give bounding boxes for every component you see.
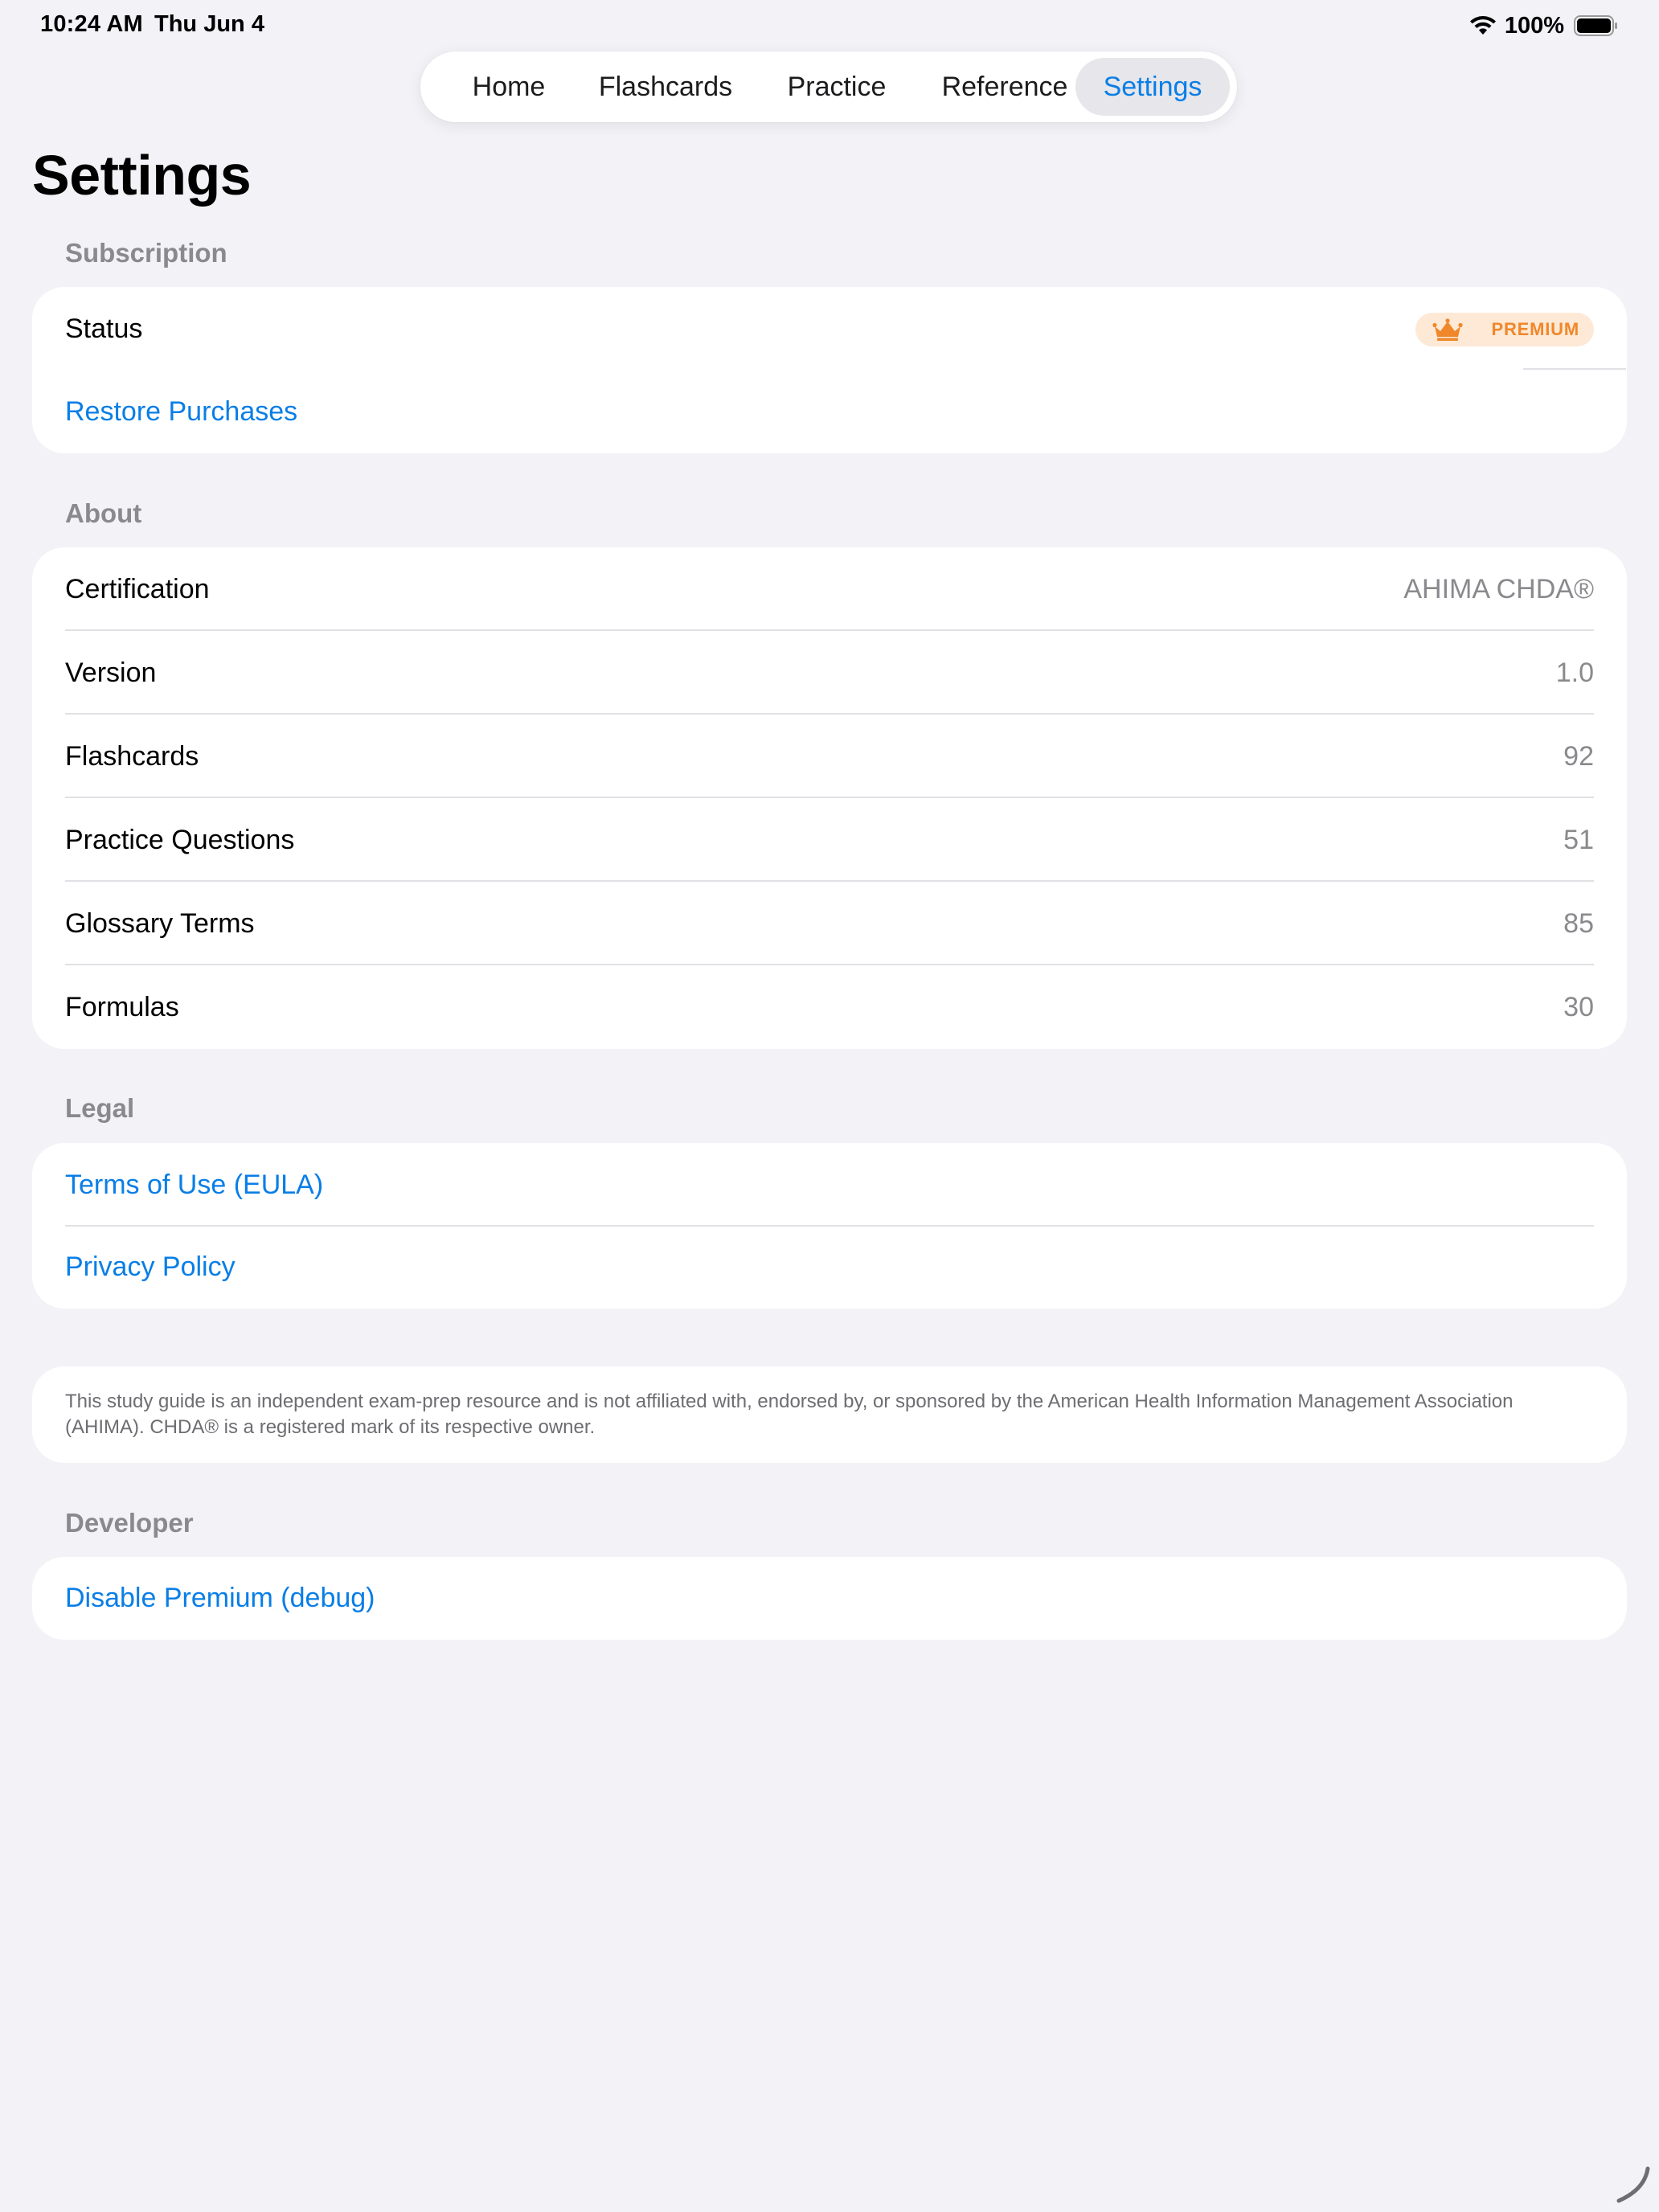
about-row-glossary-terms: Glossary Terms 85	[65, 882, 1594, 965]
page-title: Settings	[32, 144, 252, 207]
status-time: 10:24 AM	[40, 11, 143, 37]
wifi-icon	[1469, 16, 1496, 35]
formulas-value: 30	[1563, 992, 1594, 1022]
formulas-label: Formulas	[65, 992, 179, 1022]
tab-settings[interactable]: Settings	[1075, 58, 1230, 116]
status-bar: 10:24 AM Thu Jun 4 100%	[0, 0, 1659, 51]
legal-section-header: Legal	[65, 1093, 135, 1123]
battery-icon	[1574, 15, 1617, 36]
tab-home[interactable]: Home	[437, 58, 580, 116]
about-card: Certification AHIMA CHDA® Version 1.0 Fl…	[32, 547, 1627, 1049]
subscription-card: Status PREMIUM Restore Purchases	[32, 287, 1627, 453]
status-row: Status PREMIUM	[65, 287, 1594, 371]
practice-questions-label: Practice Questions	[65, 825, 295, 855]
about-row-formulas: Formulas 30	[65, 965, 1594, 1049]
tab-bar: Home Flashcards Practice Reference Setti…	[420, 51, 1237, 122]
restore-purchases-button[interactable]: Restore Purchases	[65, 370, 297, 453]
flashcards-label: Flashcards	[65, 741, 199, 772]
legal-card: Terms of Use (EULA) Privacy Policy	[32, 1143, 1627, 1309]
subscription-section-header: Subscription	[65, 238, 227, 268]
disable-premium-row[interactable]: Disable Premium (debug)	[65, 1557, 1594, 1640]
terms-of-use-link[interactable]: Terms of Use (EULA)	[65, 1143, 323, 1227]
about-section-header: About	[65, 498, 142, 528]
terms-of-use-row[interactable]: Terms of Use (EULA)	[65, 1143, 1594, 1227]
disable-premium-button[interactable]: Disable Premium (debug)	[65, 1557, 375, 1640]
status-label: Status	[65, 313, 143, 344]
disclaimer-text: This study guide is an independent exam-…	[65, 1391, 1514, 1438]
privacy-policy-link[interactable]: Privacy Policy	[65, 1225, 236, 1309]
premium-badge: PREMIUM	[1415, 313, 1594, 346]
status-date: Thu Jun 4	[154, 11, 264, 37]
practice-questions-value: 51	[1563, 825, 1594, 855]
about-row-practice-questions: Practice Questions 51	[65, 798, 1594, 882]
tab-flashcards[interactable]: Flashcards	[580, 58, 751, 116]
status-row-divider	[1523, 368, 1626, 370]
crown-icon	[1432, 318, 1463, 341]
restore-purchases-row[interactable]: Restore Purchases	[65, 370, 1594, 453]
developer-section-header: Developer	[65, 1508, 194, 1538]
corner-indicator-icon	[1616, 2166, 1650, 2203]
about-row-version: Version 1.0	[65, 631, 1594, 715]
privacy-policy-row[interactable]: Privacy Policy	[65, 1225, 1594, 1309]
flashcards-value: 92	[1563, 741, 1594, 772]
version-value: 1.0	[1555, 657, 1594, 688]
status-indicators: 100%	[1469, 10, 1619, 42]
version-label: Version	[65, 657, 157, 688]
developer-card: Disable Premium (debug)	[32, 1557, 1627, 1640]
disclaimer-card: This study guide is an independent exam-…	[32, 1366, 1627, 1463]
certification-value: AHIMA CHDA®	[1403, 574, 1594, 604]
battery-percentage: 100%	[1504, 12, 1564, 39]
glossary-terms-value: 85	[1563, 908, 1594, 939]
about-row-flashcards: Flashcards 92	[65, 715, 1594, 798]
about-row-certification: Certification AHIMA CHDA®	[65, 547, 1594, 631]
certification-label: Certification	[65, 574, 210, 604]
tab-reference[interactable]: Reference	[923, 58, 1087, 116]
premium-badge-text: PREMIUM	[1491, 319, 1579, 339]
glossary-terms-label: Glossary Terms	[65, 908, 255, 939]
tab-practice[interactable]: Practice	[751, 58, 923, 116]
